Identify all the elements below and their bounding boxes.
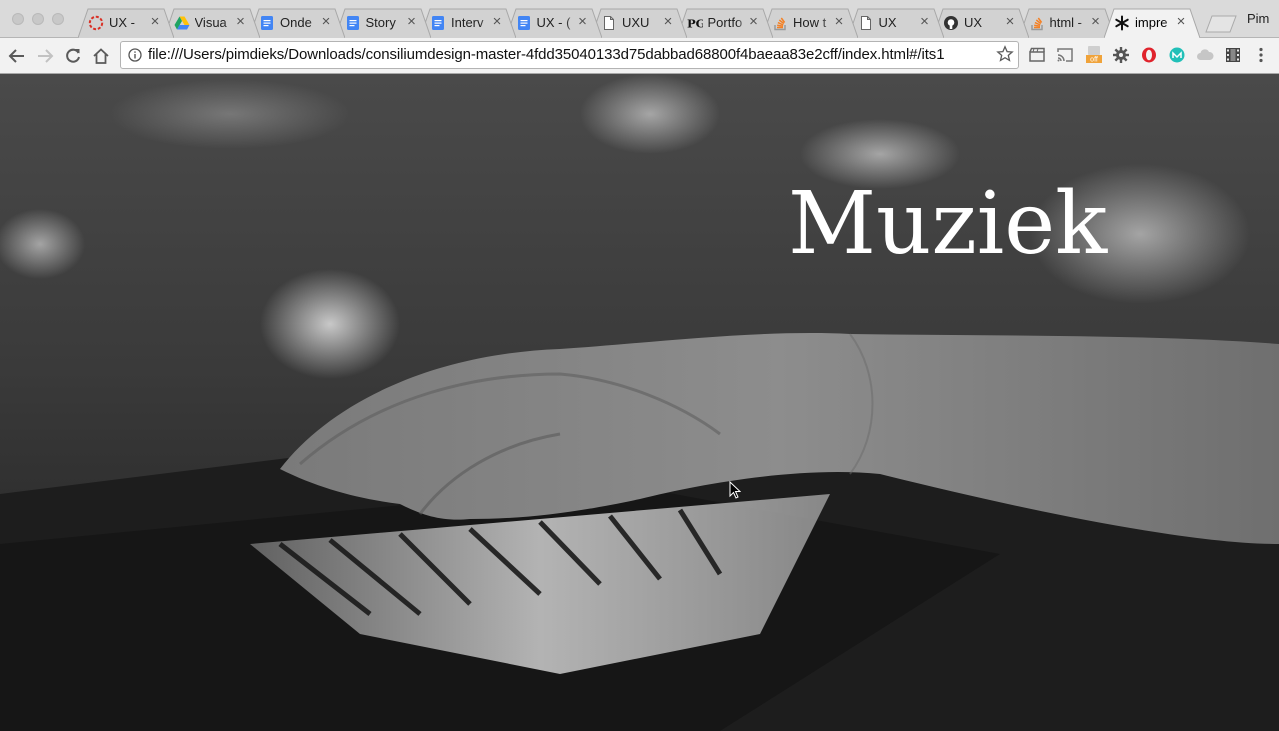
svg-text:off: off <box>1090 57 1098 64</box>
tab-title: UX - <box>109 15 135 30</box>
arrow-right-icon <box>38 49 54 63</box>
gear-icon[interactable] <box>1112 46 1130 64</box>
new-tab-button[interactable] <box>1204 15 1238 33</box>
tab-title: UX <box>964 15 983 30</box>
off-badge-icon[interactable]: off <box>1085 45 1103 65</box>
close-window-button[interactable] <box>12 13 24 25</box>
tab-close-button[interactable]: × <box>1174 14 1188 30</box>
github-icon <box>943 15 959 31</box>
reload-icon <box>66 48 80 63</box>
tab-title: Interv <box>451 15 484 30</box>
forward-button[interactable] <box>35 46 55 66</box>
tab-10[interactable]: UX × <box>933 8 1029 38</box>
home-icon <box>93 48 109 64</box>
page-content: Muziek <box>0 74 1279 731</box>
tab-close-button[interactable]: × <box>1003 14 1017 30</box>
stackoverflow-icon <box>1029 15 1045 31</box>
google-docs-icon <box>345 15 361 31</box>
circle-dashed-icon <box>88 15 104 31</box>
tab-title: html - <box>1049 15 1083 30</box>
profile-name[interactable]: Pim <box>1247 11 1269 26</box>
tab-11[interactable]: html - × <box>1018 8 1115 38</box>
google-docs-icon <box>430 15 446 31</box>
tab-close-button[interactable]: × <box>918 14 932 30</box>
tab-title: impre <box>1135 15 1168 30</box>
zoom-window-button[interactable] <box>52 13 64 25</box>
tab-title: UXU <box>622 15 650 30</box>
google-drive-icon <box>174 15 190 31</box>
tab-close-button[interactable]: × <box>747 14 761 30</box>
tab-title: Visua <box>194 15 227 30</box>
tab-close-button[interactable]: × <box>576 14 590 30</box>
tab-4[interactable]: Interv × <box>420 8 516 38</box>
tab-strip: UX - × Visua × Onde × Story × Interv × UX - (× UXU… <box>0 0 1279 38</box>
tab-title: Onde <box>280 15 312 30</box>
svg-text:PG: PG <box>687 16 703 30</box>
tab-close-button[interactable]: × <box>148 14 162 30</box>
tab-close-button[interactable]: × <box>661 14 675 30</box>
tab-3[interactable]: Story × <box>334 8 431 38</box>
address-bar[interactable]: file:///Users/pimdieks/Downloads/consili… <box>120 41 1019 69</box>
arrow-left-icon <box>8 49 24 63</box>
tab-close-button[interactable]: × <box>234 14 248 30</box>
home-button[interactable] <box>91 46 111 66</box>
tab-title: How t <box>793 15 827 30</box>
mouse-cursor-icon <box>729 481 741 499</box>
tab-close-button[interactable]: × <box>1089 14 1103 30</box>
browser-toolbar: file:///Users/pimdieks/Downloads/consili… <box>0 38 1279 74</box>
opera-icon[interactable] <box>1140 46 1158 64</box>
tab-close-button[interactable]: × <box>832 14 846 30</box>
bookmark-star-icon[interactable] <box>996 45 1014 63</box>
cloud-icon[interactable] <box>1196 46 1214 64</box>
tab-1[interactable]: Visua × <box>163 8 260 38</box>
tab-5[interactable]: UX - ( × <box>505 8 602 38</box>
google-docs-icon <box>516 15 532 31</box>
back-button[interactable] <box>7 46 27 66</box>
clapperboard-icon[interactable] <box>1028 46 1046 64</box>
tab-0[interactable]: UX - × <box>78 8 174 38</box>
hero-title: Muziek <box>788 174 1108 274</box>
film-icon[interactable] <box>1224 46 1242 64</box>
tab-12[interactable]: impre × <box>1104 8 1200 38</box>
info-icon[interactable] <box>128 48 142 62</box>
menu-icon[interactable] <box>1252 46 1270 64</box>
tab-close-button[interactable]: × <box>405 14 419 30</box>
file-icon <box>601 15 617 31</box>
tab-8[interactable]: How t × <box>762 8 858 38</box>
tab-title: UX <box>878 15 897 30</box>
asterisk-icon <box>1114 15 1130 31</box>
google-docs-icon <box>259 15 275 31</box>
tab-title: Story <box>365 15 396 30</box>
minimize-window-button[interactable] <box>32 13 44 25</box>
cast-icon[interactable] <box>1056 46 1074 64</box>
piano-hands-photo <box>0 74 1279 731</box>
tab-6[interactable]: UXU × <box>591 8 687 38</box>
reload-button[interactable] <box>63 46 83 66</box>
m-circle-icon[interactable] <box>1168 46 1186 64</box>
tab-title: UX - ( <box>536 15 571 30</box>
tab-title: Portfo <box>707 15 743 30</box>
tab-close-button[interactable]: × <box>490 14 504 30</box>
tab-2[interactable]: Onde × <box>249 8 345 38</box>
file-icon <box>858 15 874 31</box>
stackoverflow-icon <box>772 15 788 31</box>
tab-7[interactable]: PG Portfo × <box>676 8 773 38</box>
pg-logo-icon: PG <box>687 15 703 31</box>
tab-9[interactable]: UX × <box>847 8 944 38</box>
url-text[interactable]: file:///Users/pimdieks/Downloads/consili… <box>148 46 945 63</box>
tab-close-button[interactable]: × <box>319 14 333 30</box>
